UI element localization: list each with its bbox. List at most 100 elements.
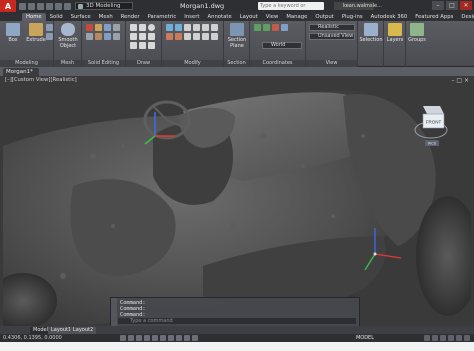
- dyn-icon[interactable]: [184, 335, 190, 341]
- tab-featured-apps[interactable]: Featured Apps: [411, 13, 457, 21]
- slice-icon[interactable]: [113, 24, 120, 31]
- 3d-move-icon[interactable]: [166, 33, 173, 40]
- tab-render[interactable]: Render: [117, 13, 144, 21]
- tab-plug-ins[interactable]: Plug-ins: [338, 13, 367, 21]
- panel-title-mesh[interactable]: Mesh: [54, 60, 81, 67]
- workspace-switch-icon[interactable]: [432, 335, 438, 341]
- panel-title-modeling[interactable]: Modeling: [0, 60, 53, 67]
- ucs-dropdown[interactable]: World: [262, 42, 302, 49]
- panel-title-section[interactable]: Section: [224, 60, 249, 67]
- osnap-icon[interactable]: [152, 335, 158, 341]
- snap-icon[interactable]: [120, 335, 126, 341]
- section-plane-button[interactable]: Section Plane: [225, 23, 249, 49]
- viewport-window-controls[interactable]: – □ ×: [451, 77, 469, 84]
- chamfer-icon[interactable]: [211, 24, 218, 31]
- ucs-origin-icon[interactable]: [272, 24, 279, 31]
- ucs-world-icon[interactable]: [263, 24, 270, 31]
- polar-icon[interactable]: [144, 335, 150, 341]
- extract-edges-icon[interactable]: [95, 33, 102, 40]
- arc-icon[interactable]: [130, 33, 137, 40]
- ucs-view-icon[interactable]: [281, 24, 288, 31]
- undo-icon[interactable]: [46, 2, 53, 10]
- layers-button[interactable]: Layers: [383, 23, 407, 43]
- save-icon[interactable]: [37, 2, 44, 10]
- tab-output[interactable]: Output: [311, 13, 337, 21]
- tab-annotate[interactable]: Annotate: [203, 13, 235, 21]
- tab-insert[interactable]: Insert: [180, 13, 203, 21]
- ellipse-icon[interactable]: [139, 42, 146, 49]
- array-icon[interactable]: [193, 33, 200, 40]
- tab-manage[interactable]: Manage: [282, 13, 311, 21]
- copy-icon[interactable]: [184, 24, 191, 31]
- move-icon[interactable]: [166, 24, 173, 31]
- separate-icon[interactable]: [113, 33, 120, 40]
- line-icon[interactable]: [130, 24, 137, 31]
- workspace-dropdown[interactable]: 3D Modeling: [75, 2, 133, 10]
- viewport-controls-label[interactable]: [–][Custom View][Realistic]: [5, 77, 77, 83]
- panel-title-draw[interactable]: Draw: [126, 60, 161, 67]
- tab-layout[interactable]: Layout: [236, 13, 262, 21]
- selection-button[interactable]: Selection: [359, 23, 383, 43]
- hardware-acceleration-icon[interactable]: [448, 335, 454, 341]
- wcs-label[interactable]: WCS: [428, 142, 437, 146]
- ortho-icon[interactable]: [136, 335, 142, 341]
- 3d-model-scene[interactable]: FRONT WCS: [3, 76, 471, 326]
- clean-screen-icon[interactable]: [464, 335, 470, 341]
- polyline-icon[interactable]: [139, 24, 146, 31]
- extrude-button[interactable]: Extrude: [24, 23, 48, 43]
- imprint-icon[interactable]: [104, 33, 111, 40]
- intersect-icon[interactable]: [104, 24, 111, 31]
- tab-layout2[interactable]: Layout2: [70, 327, 97, 334]
- lineweight-icon[interactable]: [192, 335, 198, 341]
- named-view-dropdown[interactable]: Unsaved View: [309, 33, 355, 40]
- plot-icon[interactable]: [64, 2, 71, 10]
- erase-icon[interactable]: [211, 33, 218, 40]
- panel-title-modify[interactable]: Modify: [162, 60, 223, 67]
- drawing-viewport[interactable]: [–][Custom View][Realistic] – □ × FRONT …: [3, 76, 471, 326]
- model-space-toggle[interactable]: MODEL: [356, 335, 374, 341]
- isolate-objects-icon[interactable]: [456, 335, 462, 341]
- file-tab-morgan1[interactable]: Morgan1*: [3, 68, 39, 76]
- union-icon[interactable]: [86, 24, 93, 31]
- command-window-grip[interactable]: [111, 298, 117, 326]
- mirror-icon[interactable]: [193, 24, 200, 31]
- tab-home[interactable]: Home: [22, 13, 46, 21]
- redo-icon[interactable]: [55, 2, 62, 10]
- tab-surface[interactable]: Surface: [67, 13, 95, 21]
- circle-icon[interactable]: [148, 24, 155, 31]
- application-menu-button[interactable]: A: [0, 0, 16, 12]
- polygon-icon[interactable]: [148, 33, 155, 40]
- tab-autodesk-360[interactable]: Autodesk 360: [367, 13, 412, 21]
- align-icon[interactable]: [184, 33, 191, 40]
- box-button[interactable]: Box: [1, 23, 25, 43]
- panel-title-solid-editing[interactable]: Solid Editing: [82, 60, 125, 67]
- rotate-icon[interactable]: [175, 24, 182, 31]
- search-input[interactable]: Type a keyword or phrase: [258, 2, 324, 17]
- 3d-rotate-icon[interactable]: [175, 33, 182, 40]
- grid-icon[interactable]: [128, 335, 134, 341]
- new-icon[interactable]: [19, 2, 26, 10]
- hatch-icon[interactable]: [148, 42, 155, 49]
- groups-button[interactable]: Groups: [405, 23, 429, 43]
- annotation-scale-icon[interactable]: [424, 335, 430, 341]
- tab-parametric[interactable]: Parametric: [144, 13, 181, 21]
- thicken-icon[interactable]: [86, 33, 93, 40]
- visual-style-dropdown[interactable]: Realistic: [309, 24, 355, 31]
- lock-icon[interactable]: [440, 335, 446, 341]
- panel-title-view[interactable]: View: [306, 60, 357, 67]
- open-icon[interactable]: [28, 2, 35, 10]
- tab-designscript[interactable]: DesignScript: [457, 13, 474, 21]
- scale-icon[interactable]: [202, 33, 209, 40]
- tab-view[interactable]: View: [262, 13, 283, 21]
- smooth-object-button[interactable]: Smooth Object: [56, 23, 80, 49]
- ducs-icon[interactable]: [176, 335, 182, 341]
- otrack-icon[interactable]: [168, 335, 174, 341]
- minimize-button[interactable]: –: [432, 1, 444, 10]
- loft-icon[interactable]: [46, 33, 53, 40]
- command-input[interactable]: Type a command: [118, 318, 356, 324]
- ucs-icon[interactable]: [254, 24, 261, 31]
- tab-mesh[interactable]: Mesh: [95, 13, 117, 21]
- tab-solid[interactable]: Solid: [46, 13, 67, 21]
- user-account[interactable]: kean.walmsle...: [334, 2, 382, 10]
- maximize-button[interactable]: □: [446, 1, 458, 10]
